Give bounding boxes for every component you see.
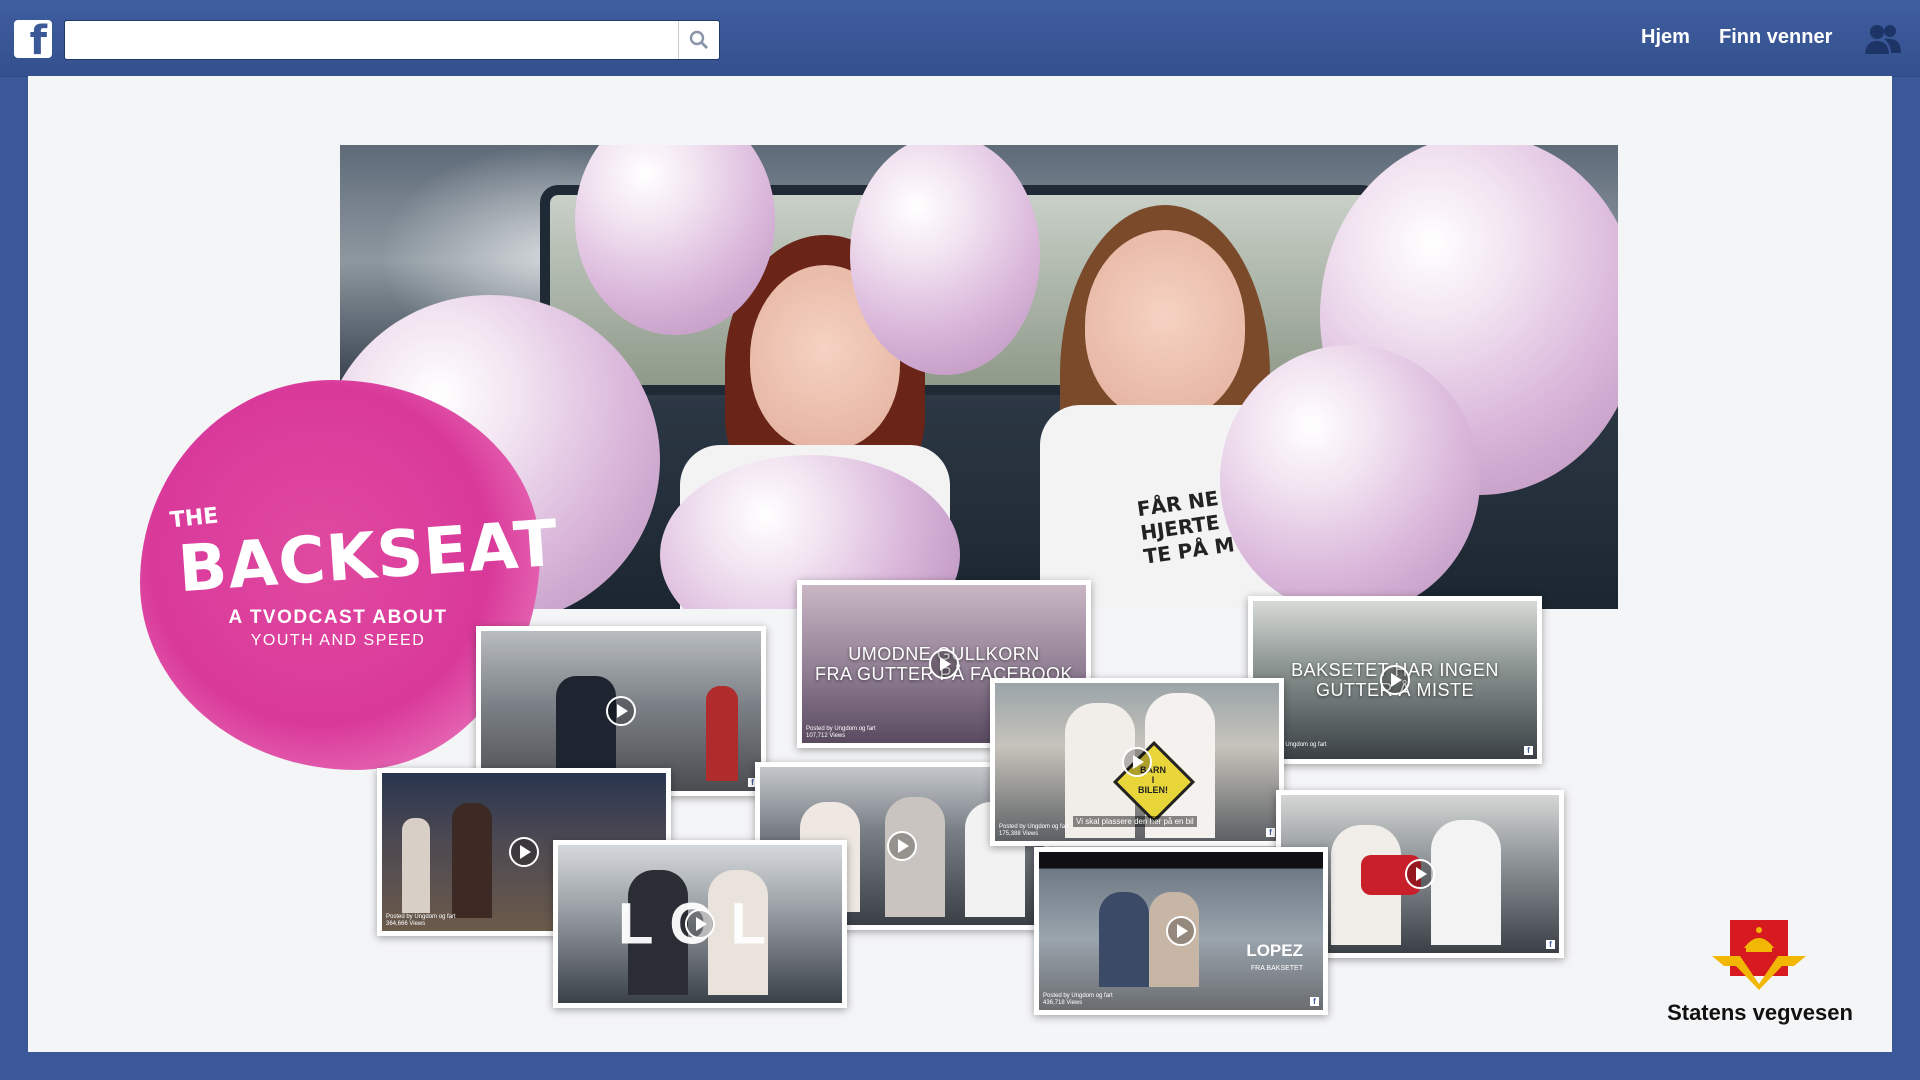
- play-icon[interactable]: [606, 696, 636, 726]
- campaign-subtitle: A TVODCAST ABOUT: [228, 607, 448, 628]
- search-input[interactable]: [71, 23, 675, 57]
- play-icon[interactable]: [1166, 916, 1196, 946]
- video-thumbnail-3[interactable]: BAKSETET HAR INGEN GUTTER Å MISTE Posted…: [1248, 596, 1542, 764]
- campaign-title-prefix: THE: [168, 503, 220, 534]
- video-caption: Vi skal plassere den her på en bil: [1073, 816, 1197, 827]
- search-box: [64, 20, 720, 60]
- friend-requests-icon[interactable]: [1864, 22, 1902, 56]
- brand-name: Statens vegvesen: [1667, 1000, 1853, 1025]
- play-icon[interactable]: [1380, 665, 1410, 695]
- posted-by: Posted by Ungdom og fart 107,712 Views: [806, 726, 876, 739]
- facebook-logo-letter: f: [29, 18, 47, 64]
- campaign-subtitle-2: YOUTH AND SPEED: [250, 632, 426, 649]
- statens-vegvesen-logo-icon: [1712, 920, 1806, 990]
- posted-by: Posted by Ungdom og fart 364,666 Views: [386, 914, 456, 927]
- play-icon[interactable]: [887, 831, 917, 861]
- play-icon[interactable]: [685, 909, 715, 939]
- lopez-title: LOPEZ FRA BAKSETET: [1246, 942, 1303, 978]
- nav-find-friends-link[interactable]: Finn venner: [1719, 26, 1832, 49]
- facebook-mini-icon: f: [1546, 940, 1555, 949]
- face-right: [1085, 230, 1245, 420]
- posted-by: Posted by Ungdom og fart 436,718 Views: [1043, 993, 1113, 1006]
- facebook-mini-icon: f: [1266, 828, 1275, 837]
- play-icon[interactable]: [929, 649, 959, 679]
- nav-home-link[interactable]: Hjem: [1641, 26, 1690, 49]
- video-thumbnail-6[interactable]: BARN I BILEN! Vi skal plassere den her p…: [990, 678, 1284, 846]
- facebook-mini-icon: f: [1310, 997, 1319, 1006]
- lopez-subtitle: FRA BAKSETET: [1250, 965, 1303, 972]
- balloon: [850, 145, 1040, 375]
- posted-by: Posted by Ungdom og fart 175,388 Views: [999, 824, 1069, 837]
- search-button[interactable]: [678, 21, 719, 59]
- search-icon: [689, 30, 708, 49]
- play-icon[interactable]: [509, 837, 539, 867]
- facebook-mini-icon: f: [1524, 746, 1533, 755]
- play-icon[interactable]: [1405, 859, 1435, 889]
- play-icon[interactable]: [1122, 747, 1152, 777]
- video-thumbnail-7[interactable]: LOL: [553, 840, 847, 1008]
- video-thumbnail-9[interactable]: LOPEZ FRA BAKSETET Posted by Ungdom og f…: [1034, 847, 1328, 1015]
- facebook-topbar: f Hjem Finn venner: [0, 0, 1920, 77]
- facebook-logo-icon[interactable]: f: [14, 18, 52, 64]
- lopez-title-text: LOPEZ: [1246, 941, 1303, 960]
- balloon: [1220, 345, 1480, 609]
